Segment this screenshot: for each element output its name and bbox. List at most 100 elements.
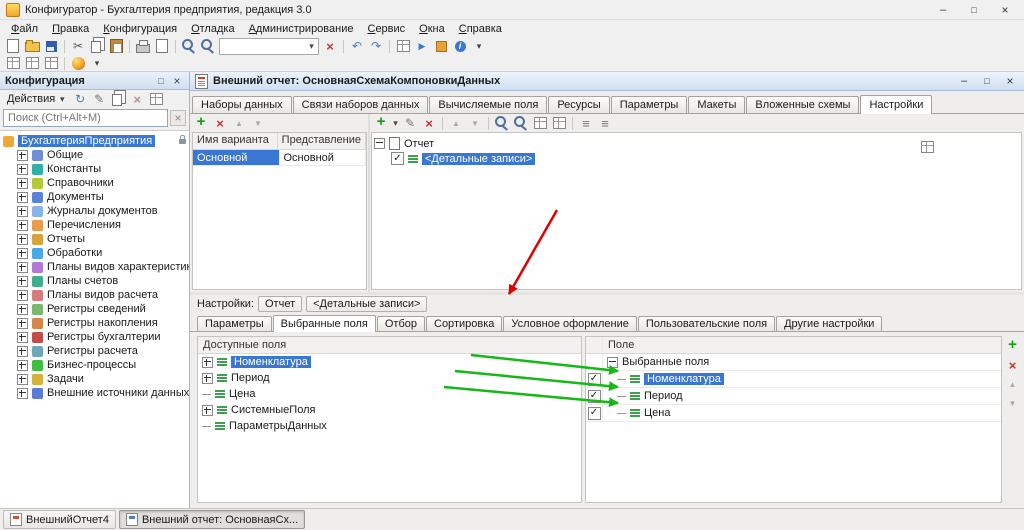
sidebar-item-accounting-registers[interactable]: Регистры бухгалтерии <box>3 330 189 344</box>
sidebar-item-data-processors[interactable]: Обработки <box>3 246 189 260</box>
actions-button[interactable]: Действия <box>3 91 70 107</box>
delete-icon[interactable] <box>128 91 146 107</box>
variant-name-cell[interactable]: Основной <box>193 150 280 165</box>
toolbar-options-icon[interactable] <box>470 38 488 54</box>
menu-edit[interactable]: Правка <box>45 22 96 36</box>
tab-user-fields[interactable]: Пользовательские поля <box>638 316 775 331</box>
expand-icon[interactable] <box>17 178 28 189</box>
expand-icon[interactable] <box>202 373 213 384</box>
edit-icon[interactable] <box>90 91 108 107</box>
edit-element-icon[interactable] <box>401 115 419 131</box>
sidebar-item-calculation-registers[interactable]: Регистры расчета <box>3 344 189 358</box>
settings-path-report[interactable]: Отчет <box>258 296 302 312</box>
settings-path-detail-records[interactable]: <Детальные записи> <box>306 296 427 312</box>
expand-icon[interactable] <box>17 374 28 385</box>
table-row[interactable]: Основной Основной <box>193 150 366 166</box>
find-icon[interactable] <box>493 115 511 131</box>
checkbox[interactable] <box>588 373 601 386</box>
tab-conditional-appearance[interactable]: Условное оформление <box>503 316 636 331</box>
start-debugging-icon[interactable] <box>413 38 431 54</box>
menu-windows[interactable]: Окна <box>412 22 452 36</box>
minimize-icon[interactable] <box>930 1 956 19</box>
preview-icon[interactable] <box>512 115 530 131</box>
taskbar-item-dcs-editor[interactable]: Внешний отчет: ОсновнаяСх... <box>119 510 305 529</box>
tab-selected-fields[interactable]: Выбранные поля <box>273 315 376 332</box>
add-field-icon[interactable] <box>1004 338 1022 354</box>
expand-icon[interactable] <box>17 192 28 203</box>
sidebar-item-document-journals[interactable]: Журналы документов <box>3 204 189 218</box>
expand-icon[interactable] <box>17 276 28 287</box>
info-icon[interactable] <box>451 38 469 54</box>
expand-icon[interactable] <box>17 290 28 301</box>
add-element-icon[interactable] <box>372 115 390 131</box>
sidebar-item-documents[interactable]: Документы <box>3 190 189 204</box>
toolbar-options-icon[interactable] <box>88 55 106 71</box>
tab-calculated-fields[interactable]: Вычисляемые поля <box>429 96 547 113</box>
doc-restore-icon[interactable] <box>978 74 996 88</box>
move-up-icon[interactable] <box>447 115 465 131</box>
menu-administration[interactable]: Администрирование <box>242 22 361 36</box>
expand-icon[interactable] <box>17 318 28 329</box>
print-icon[interactable] <box>134 38 152 54</box>
sidebar-item-chart-of-characteristic-types[interactable]: Планы видов характеристик <box>3 260 189 274</box>
delete-element-icon[interactable] <box>420 115 438 131</box>
move-up-icon[interactable] <box>1004 376 1022 392</box>
expand-icon[interactable] <box>17 220 28 231</box>
delete-variant-icon[interactable] <box>211 115 229 131</box>
tab-sorting[interactable]: Сортировка <box>426 316 502 331</box>
sidebar-item-constants[interactable]: Константы <box>3 162 189 176</box>
table-icon[interactable] <box>550 115 568 131</box>
tab-data-sets[interactable]: Наборы данных <box>192 96 292 113</box>
chevron-down-icon[interactable] <box>305 38 318 54</box>
clear-search-icon[interactable] <box>170 110 186 126</box>
sidebar-item-catalogs[interactable]: Справочники <box>3 176 189 190</box>
tree-root-row[interactable]: БухгалтерияПредприятия <box>3 134 189 148</box>
expand-icon[interactable] <box>202 357 213 368</box>
filter-icon[interactable] <box>147 91 165 107</box>
collapse-icon[interactable] <box>374 138 385 149</box>
start-enterprise-icon[interactable] <box>69 55 87 71</box>
collapse-icon[interactable] <box>607 357 618 368</box>
tree-view-icon[interactable] <box>596 115 614 131</box>
expand-icon[interactable] <box>17 332 28 343</box>
available-field-row[interactable]: Период <box>198 370 581 386</box>
config-search-input[interactable] <box>3 109 168 127</box>
cut-icon[interactable] <box>69 38 87 54</box>
sidebar-item-chart-of-calculation-types[interactable]: Планы видов расчета <box>3 288 189 302</box>
clear-search-icon[interactable] <box>321 38 339 54</box>
database-configuration-icon[interactable] <box>42 55 60 71</box>
back-icon[interactable] <box>348 38 366 54</box>
panel-float-icon[interactable] <box>154 74 168 87</box>
sidebar-item-tasks[interactable]: Задачи <box>3 372 189 386</box>
delete-field-icon[interactable] <box>1004 357 1022 373</box>
tab-filter[interactable]: Отбор <box>377 316 425 331</box>
menu-file[interactable]: Файл <box>4 22 45 36</box>
menu-configuration[interactable]: Конфигурация <box>96 22 184 36</box>
breakpoint-icon[interactable] <box>432 38 450 54</box>
expand-icon[interactable] <box>17 248 28 259</box>
expand-icon[interactable] <box>17 388 28 399</box>
menu-help[interactable]: Справка <box>452 22 509 36</box>
quick-search-combo[interactable] <box>219 38 319 55</box>
syntax-check-icon[interactable] <box>394 38 412 54</box>
column-presentation[interactable]: Представление <box>278 133 366 149</box>
available-field-row[interactable]: СистемныеПоля <box>198 402 581 418</box>
checkbox[interactable] <box>588 407 601 420</box>
paste-icon[interactable] <box>107 38 125 54</box>
open-icon[interactable] <box>23 38 41 54</box>
checkbox[interactable] <box>391 152 404 165</box>
expand-icon[interactable] <box>202 405 213 416</box>
menu-service[interactable]: Сервис <box>360 22 412 36</box>
print-preview-icon[interactable] <box>153 38 171 54</box>
taskbar-item-external-report[interactable]: ВнешнийОтчет4 <box>3 510 116 529</box>
selected-field-row[interactable]: Период <box>586 388 1001 405</box>
move-down-icon[interactable] <box>1004 395 1022 411</box>
move-down-icon[interactable] <box>249 115 267 131</box>
expand-icon[interactable] <box>17 206 28 217</box>
find-icon[interactable] <box>180 38 198 54</box>
sidebar-item-business-processes[interactable]: Бизнес-процессы <box>3 358 189 372</box>
available-field-row[interactable]: ПараметрыДанных <box>198 418 581 434</box>
expand-icon[interactable] <box>17 164 28 175</box>
tab-parameters[interactable]: Параметры <box>197 316 272 331</box>
list-view-icon[interactable] <box>577 115 595 131</box>
